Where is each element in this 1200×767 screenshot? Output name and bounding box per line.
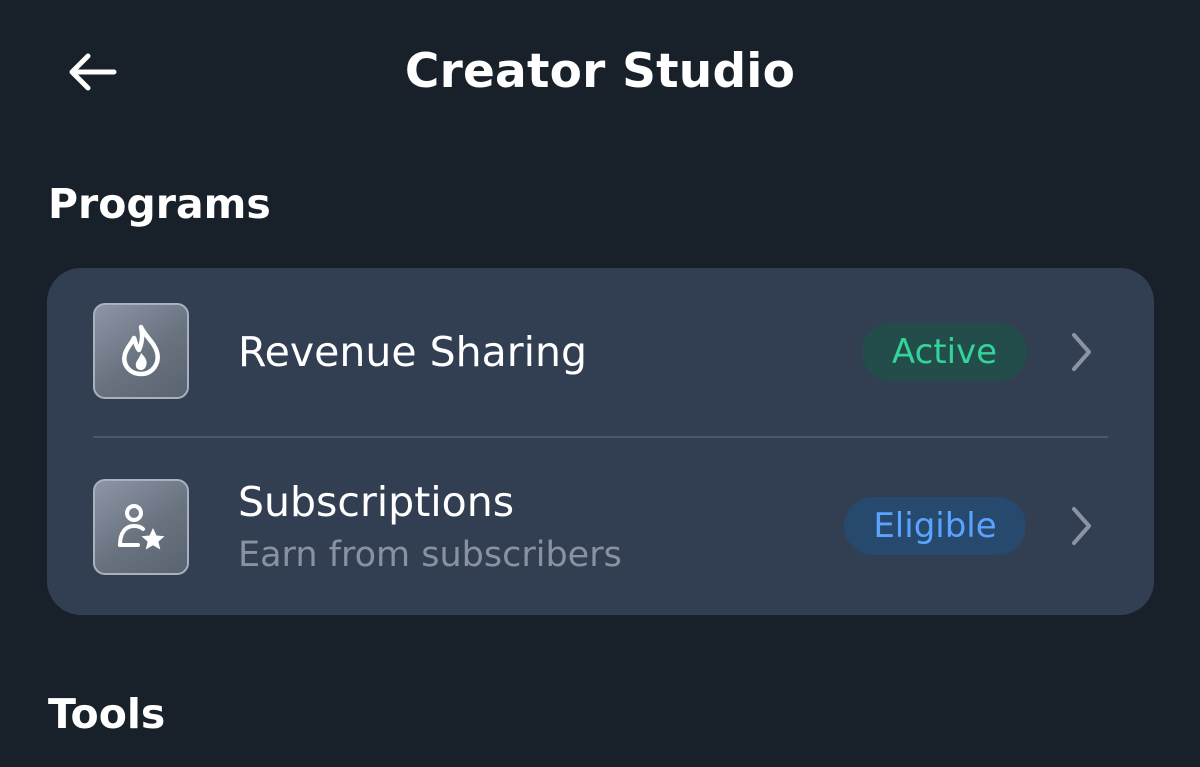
program-title: Subscriptions xyxy=(238,478,515,526)
program-subtitle: Earn from subscribers xyxy=(238,535,622,575)
status-badge-eligible: Eligible xyxy=(844,497,1026,555)
flame-icon xyxy=(122,324,160,377)
page-title: Creator Studio xyxy=(404,44,796,99)
person-star-icon xyxy=(118,504,165,550)
chevron-right-icon xyxy=(1065,330,1097,374)
chevron-right-icon xyxy=(1065,504,1097,548)
subscriptions-icon-tile xyxy=(93,479,189,575)
program-row-revenue-sharing[interactable]: Revenue Sharing Active xyxy=(47,268,1154,436)
program-row-subscriptions[interactable]: Subscriptions Earn from subscribers Elig… xyxy=(47,437,1154,615)
programs-card: Revenue Sharing Active Subscriptions Ear… xyxy=(47,268,1154,615)
section-heading-programs: Programs xyxy=(48,180,271,228)
program-title: Revenue Sharing xyxy=(238,328,587,376)
header: Creator Studio xyxy=(0,0,1200,140)
section-heading-tools: Tools xyxy=(48,690,166,738)
status-badge-active: Active xyxy=(862,323,1027,381)
revenue-sharing-icon-tile xyxy=(93,303,189,399)
